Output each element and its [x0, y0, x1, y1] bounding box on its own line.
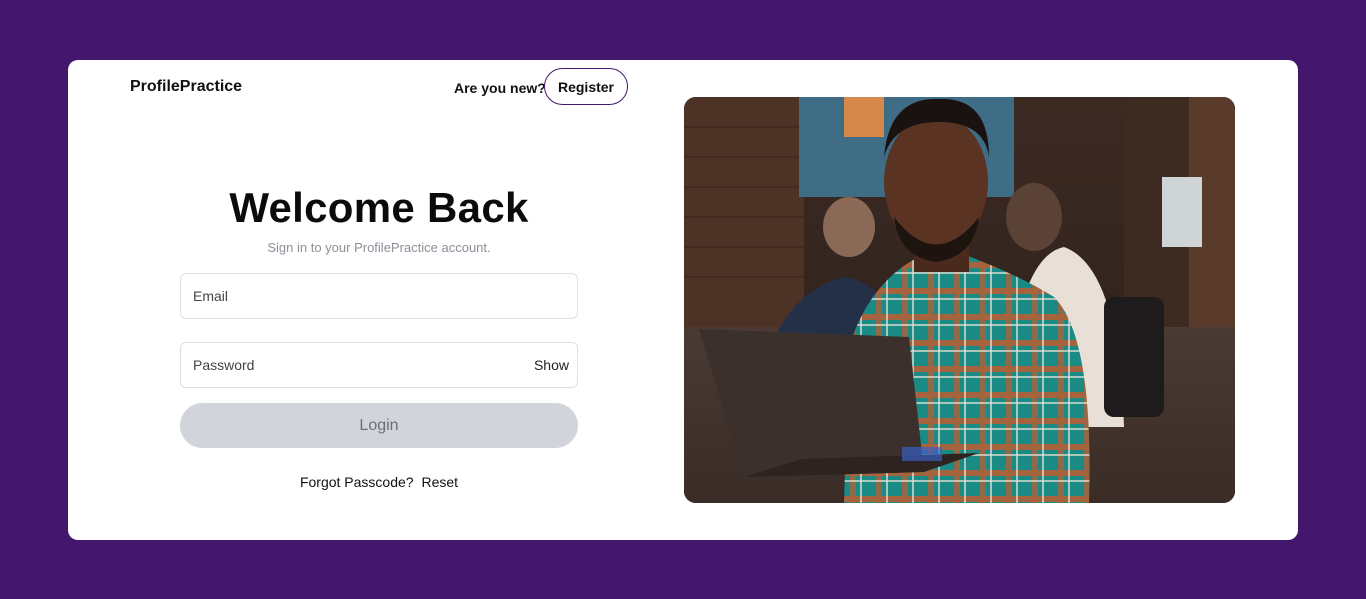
login-card: ProfilePractice Are you new? Register We… — [68, 60, 1298, 540]
hero-image — [684, 97, 1235, 503]
email-field-container — [180, 273, 578, 319]
show-password-toggle[interactable]: Show — [534, 357, 569, 373]
hero-photo-illustration — [684, 97, 1235, 503]
new-user-prompt: Are you new? — [454, 80, 546, 96]
brand-logo[interactable]: ProfilePractice — [130, 78, 242, 96]
email-input[interactable] — [181, 274, 577, 318]
page-subtitle: Sign in to your ProfilePractice account. — [267, 240, 491, 255]
forgot-passcode-row: Forgot Passcode? Reset — [180, 474, 578, 490]
login-button[interactable]: Login — [180, 403, 578, 448]
password-field-container: Show — [180, 342, 578, 388]
reset-link[interactable]: Reset — [421, 474, 458, 490]
register-button[interactable]: Register — [544, 68, 628, 105]
forgot-passcode-label: Forgot Passcode? — [299, 474, 414, 490]
password-input[interactable] — [181, 343, 534, 387]
page-title: Welcome Back — [229, 184, 529, 231]
